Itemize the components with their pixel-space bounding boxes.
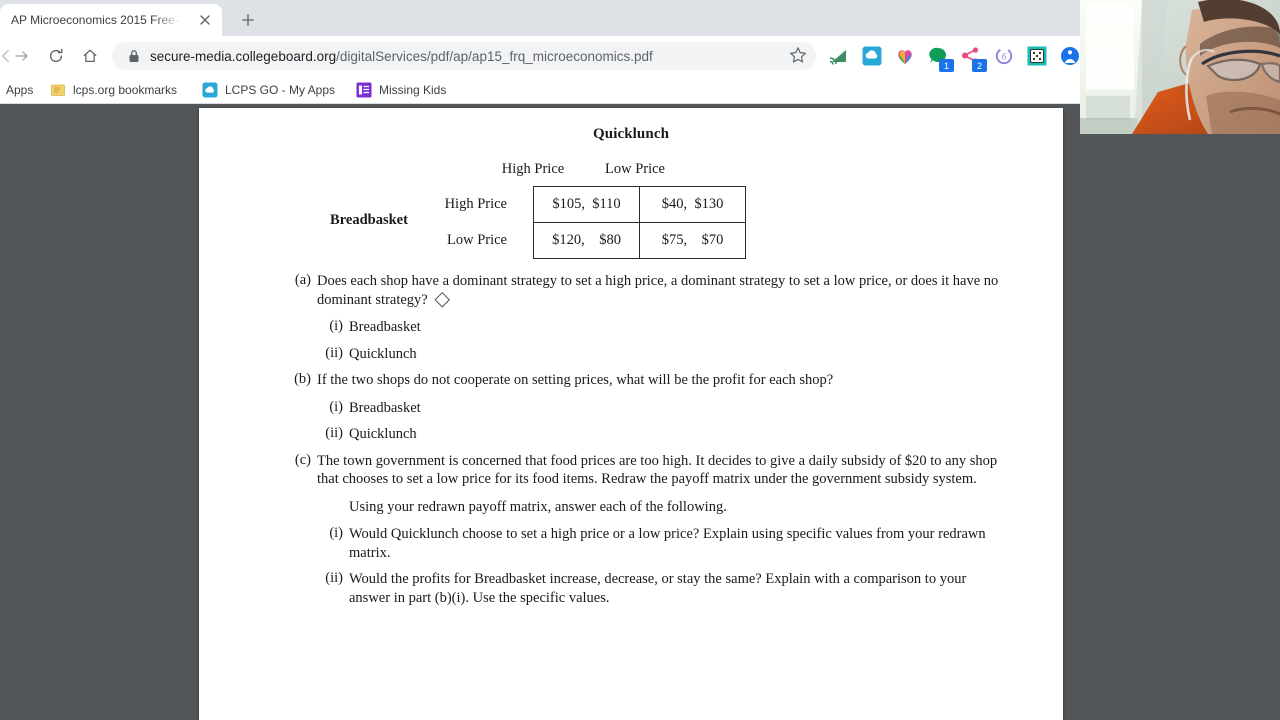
extension-icons: 1 2 6	[828, 44, 1081, 72]
folder-icon	[50, 82, 66, 98]
badge-count: 1	[939, 59, 954, 72]
url-path: /digitalServices/pdf/ap/ap15_frq_microec…	[336, 48, 653, 64]
list-icon	[356, 82, 372, 98]
question-marker: (i)	[329, 525, 343, 541]
question-text-content: Would Quicklunch choose to set a high pr…	[349, 526, 986, 561]
question-marker: (a)	[294, 272, 311, 288]
home-icon[interactable]	[78, 44, 102, 68]
question-marker: (ii)	[325, 570, 343, 586]
question-marker: (i)	[329, 398, 343, 415]
url-domain: secure-media.collegeboard.org	[150, 48, 337, 64]
matrix-row-header-high: High Price	[444, 196, 507, 212]
question-text: The town government is concerned that fo…	[317, 452, 1001, 489]
sync-refresh-icon[interactable]: 6	[993, 45, 1015, 67]
question-marker: (ii)	[325, 425, 343, 441]
pdf-page: Quicklunch High Price Low Price Breadbas…	[199, 108, 1063, 720]
matrix-cell-hh: $105, $110	[533, 186, 640, 223]
bookmark-missing-kids[interactable]: Missing Kids	[352, 79, 450, 101]
bookmark-apps[interactable]: Apps	[2, 79, 37, 101]
info-person-icon[interactable]	[1059, 45, 1081, 67]
question-marker: (i)	[329, 318, 343, 334]
browser-tab[interactable]: AP Microeconomics 2015 Free-Response	[0, 4, 222, 36]
question-text: Quicklunch	[349, 425, 1001, 444]
bookmark-label: LCPS GO - My Apps	[225, 83, 336, 97]
question-text: Breadbasket	[349, 399, 1001, 418]
svg-text:6: 6	[1002, 52, 1007, 62]
question-text-content: Quicklunch	[349, 345, 417, 362]
question-item: (ii) Quicklunch	[317, 345, 1001, 364]
share-nodes-icon[interactable]: 2	[960, 45, 987, 72]
dice-icon[interactable]	[1026, 45, 1048, 67]
browser-window: AP Microeconomics 2015 Free-Response	[0, 0, 1280, 720]
question-item: (ii) Quicklunch	[317, 425, 1001, 444]
bookmark-label: Apps	[6, 83, 34, 97]
matrix-column-player-label: Quicklunch	[592, 126, 670, 142]
close-icon[interactable]	[198, 13, 212, 27]
question-item: (a) Does each shop have a dominant strate…	[285, 272, 1001, 309]
reload-icon[interactable]	[44, 44, 68, 68]
matrix-row-header-low: Low Price	[447, 232, 507, 248]
matrix-cell-hl: $40, $130	[639, 186, 746, 223]
address-bar[interactable]: secure-media.collegeboard.org/digitalSer…	[112, 42, 816, 70]
matrix-row-player-label: Breadbasket	[330, 212, 408, 228]
lock-icon	[128, 49, 140, 63]
question-text-content: If the two shops do not cooperate on set…	[317, 372, 834, 388]
question-text: If the two shops do not cooperate on set…	[317, 371, 1001, 390]
cast-icon[interactable]	[828, 45, 850, 67]
question-item: (i) Breadbasket	[317, 399, 1001, 418]
cursor-diamond-icon	[434, 291, 450, 308]
question-item: (b) If the two shops do not cooperate on …	[285, 371, 1001, 390]
question-marker: (b)	[294, 371, 311, 387]
question-text-content: Using your redrawn payoff matrix, answer…	[349, 498, 727, 515]
payoff-table: $105, $110 $40, $130 $120, $80 $75, $70	[533, 186, 746, 259]
address-bar-url: secure-media.collegeboard.org/digitalSer…	[150, 49, 653, 64]
cloud-app-icon[interactable]	[861, 45, 883, 67]
question-text-content: Breadbasket	[349, 399, 421, 416]
cloud-icon	[202, 82, 218, 98]
question-text-content: Does each shop have a dominant strategy …	[317, 273, 999, 308]
tab-title: AP Microeconomics 2015 Free-Response	[11, 13, 181, 27]
matrix-cell-lh: $120, $80	[533, 222, 640, 259]
question-text: Would the profits for Breadbasket increa…	[349, 570, 1001, 607]
table-row: $105, $110 $40, $130	[533, 186, 746, 223]
bookmark-label: Missing Kids	[379, 83, 447, 97]
question-text: Using your redrawn payoff matrix, answer…	[349, 498, 1001, 517]
matrix-cell-ll: $75, $70	[639, 222, 746, 259]
question-marker: (ii)	[325, 344, 343, 361]
question-text: Breadbasket	[349, 318, 1001, 337]
question-text: Would Quicklunch choose to set a high pr…	[349, 525, 1001, 562]
question-marker: (c)	[294, 451, 311, 468]
question-item: (i) Would Quicklunch choose to set a high…	[317, 525, 1001, 562]
badge-count: 2	[972, 59, 987, 72]
bookmark-label: lcps.org bookmarks	[73, 83, 178, 97]
webcam-video-overlay[interactable]	[1080, 0, 1280, 134]
question-item: (c) The town government is concerned that…	[285, 452, 1001, 489]
question-item: (ii) Would the profits for Breadbasket in…	[317, 570, 1001, 607]
forward-arrow-icon[interactable]	[10, 44, 34, 68]
question-text-content: The town government is concerned that fo…	[317, 452, 998, 488]
bookmark-lcps-org-bookmarks[interactable]: lcps.org bookmarks	[46, 79, 181, 101]
question-text-content: Quicklunch	[349, 426, 417, 442]
pdf-viewer[interactable]: Quicklunch High Price Low Price Breadbas…	[0, 104, 1280, 720]
table-row: $120, $80 $75, $70	[533, 222, 746, 259]
question-marker	[317, 498, 349, 517]
star-icon[interactable]	[788, 45, 810, 67]
new-tab-button[interactable]	[234, 7, 262, 33]
matrix-column-header-high: High Price	[501, 161, 565, 177]
matrix-column-header-low: Low Price	[605, 161, 665, 177]
heart-icon[interactable]	[894, 45, 916, 67]
question-item: Using your redrawn payoff matrix, answer…	[317, 498, 1001, 517]
question-text-content: Would the profits for Breadbasket increa…	[349, 571, 967, 606]
question-text: Quicklunch	[349, 345, 1001, 364]
question-item: (i) Breadbasket	[317, 318, 1001, 337]
question-text-content: Breadbasket	[349, 319, 421, 335]
question-text: Does each shop have a dominant strategy …	[317, 272, 1001, 309]
chat-bubble-icon[interactable]: 1	[927, 45, 954, 72]
question-list: (a) Does each shop have a dominant strate…	[285, 272, 1001, 615]
bookmark-lcps-go-my-apps[interactable]: LCPS GO - My Apps	[198, 79, 339, 101]
